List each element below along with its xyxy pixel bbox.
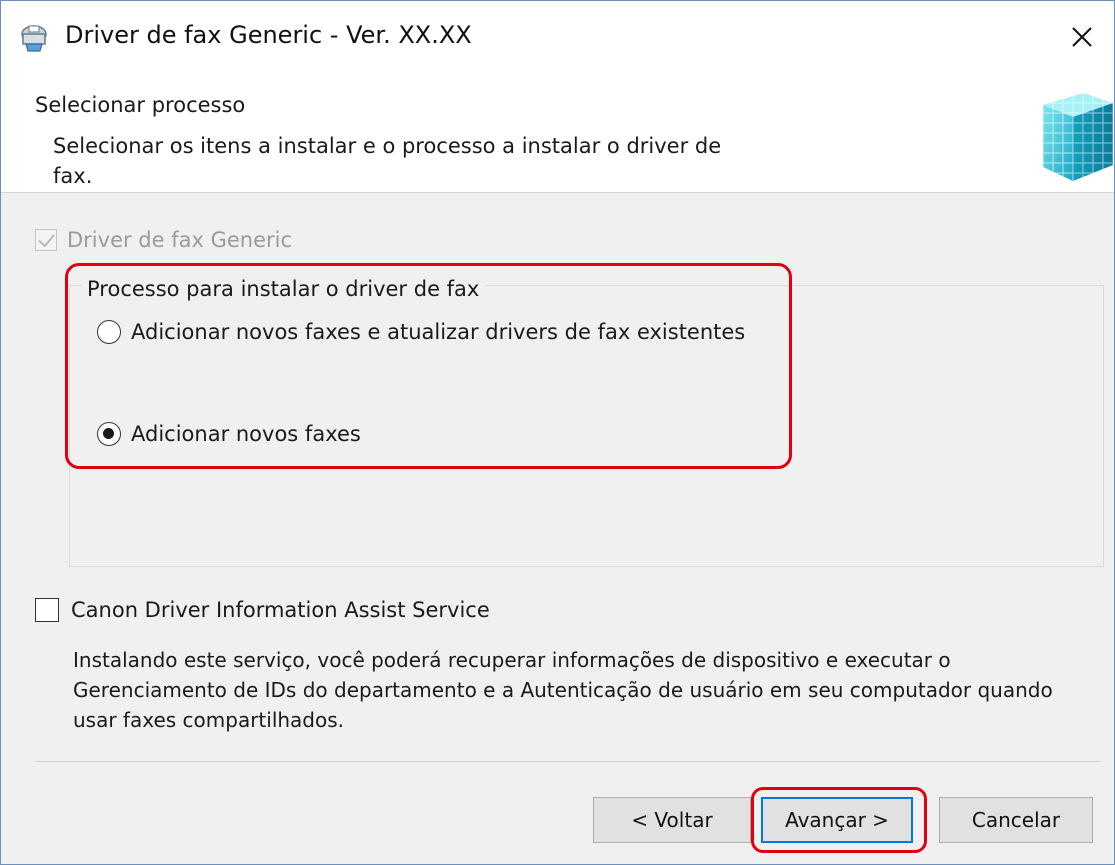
back-button[interactable]: < Voltar (593, 797, 751, 843)
page-description: Selecionar os itens a instalar e o proce… (53, 134, 722, 188)
process-group-legend: Processo para instalar o driver de fax (81, 277, 486, 301)
wizard-header: Selecionar processo Selecionar os itens … (1, 75, 1114, 193)
assist-service-description: Instalando este serviço, você poderá rec… (73, 648, 1053, 732)
footer-separator (35, 761, 1101, 762)
cancel-button[interactable]: Cancelar (939, 797, 1093, 843)
page-title: Selecionar processo (35, 93, 246, 117)
driver-checkbox (35, 229, 57, 251)
radio-option-add-new[interactable]: Adicionar novos faxes (97, 422, 361, 446)
driver-checkbox-row: Driver de fax Generic (35, 228, 292, 252)
driver-checkbox-label: Driver de fax Generic (67, 228, 293, 252)
assist-service-row[interactable]: Canon Driver Information Assist Service (35, 598, 490, 622)
radio-add-and-update[interactable] (97, 320, 121, 344)
installer-app-icon (21, 25, 47, 52)
radio-add-new[interactable] (97, 422, 121, 446)
close-icon[interactable] (1064, 19, 1100, 55)
radio-add-new-label[interactable]: Adicionar novos faxes (131, 422, 361, 446)
next-button[interactable]: Avançar > (761, 797, 913, 843)
title-bar: Driver de fax Generic - Ver. XX.XX (1, 1, 1114, 75)
cube-icon (1043, 93, 1113, 181)
installer-window: Driver de fax Generic - Ver. XX.XX Selec… (0, 0, 1115, 865)
assist-service-label[interactable]: Canon Driver Information Assist Service (71, 598, 490, 622)
radio-add-and-update-label[interactable]: Adicionar novos faxes e atualizar driver… (131, 320, 745, 344)
radio-option-add-and-update[interactable]: Adicionar novos faxes e atualizar driver… (97, 320, 745, 344)
assist-service-checkbox[interactable] (35, 598, 59, 622)
window-title: Driver de fax Generic - Ver. XX.XX (65, 21, 472, 49)
